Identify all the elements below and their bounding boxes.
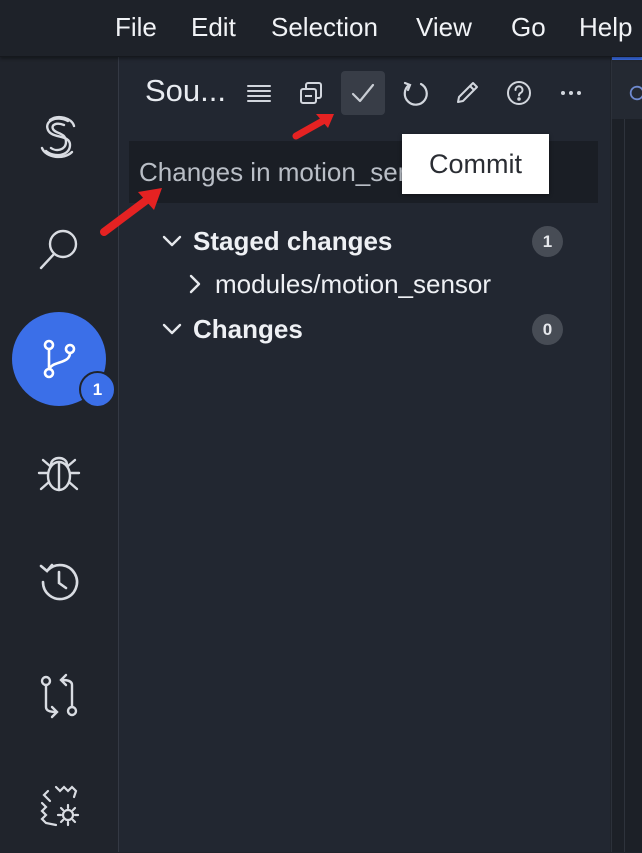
commit-button[interactable] xyxy=(341,71,385,115)
app-logo-icon xyxy=(40,115,76,159)
menu-help[interactable]: Help xyxy=(579,10,632,44)
more-horizontal-icon xyxy=(561,91,581,95)
view-as-list-button[interactable] xyxy=(237,71,281,115)
menu-selection[interactable]: Selection xyxy=(271,10,378,44)
activity-logo[interactable] xyxy=(12,90,106,184)
activity-history[interactable] xyxy=(12,535,106,629)
activity-debug[interactable] xyxy=(12,425,106,519)
bug-icon xyxy=(37,456,81,492)
panel-title: Sou... xyxy=(145,73,226,108)
refresh-button[interactable] xyxy=(393,71,437,115)
activity-settings[interactable] xyxy=(12,759,106,853)
history-icon xyxy=(39,563,79,601)
settings-gear-icon xyxy=(40,785,80,827)
pencil-icon xyxy=(457,82,478,103)
list-icon xyxy=(247,85,271,102)
unstage-all-button[interactable] xyxy=(289,71,333,115)
staged-file-item[interactable]: modules/motion_sensor xyxy=(119,263,610,305)
changes-group[interactable]: Changes 0 xyxy=(119,308,610,350)
activity-search[interactable] xyxy=(12,202,106,296)
editor-indent-guide xyxy=(624,119,625,852)
menu-bar: File Edit Selection View Go Help xyxy=(0,0,642,57)
commit-tooltip: Commit xyxy=(402,134,549,194)
staged-count-badge: 1 xyxy=(532,226,563,257)
search-icon xyxy=(39,229,78,270)
chevron-down-icon xyxy=(162,235,182,247)
editor-area xyxy=(611,57,642,852)
edit-button[interactable] xyxy=(445,71,489,115)
refresh-icon xyxy=(403,81,428,106)
activity-pull-requests[interactable] xyxy=(12,649,106,743)
activity-bar: 1 xyxy=(0,57,119,852)
changes-label: Changes xyxy=(193,313,303,344)
menu-edit[interactable]: Edit xyxy=(191,10,236,44)
help-button[interactable] xyxy=(497,71,541,115)
menu-view[interactable]: View xyxy=(416,10,472,44)
chevron-down-icon xyxy=(162,323,182,335)
staged-changes-group[interactable]: Staged changes 1 xyxy=(119,220,610,262)
staged-changes-label: Staged changes xyxy=(193,225,393,256)
checkmark-icon xyxy=(351,83,375,103)
editor-tab[interactable] xyxy=(612,57,642,119)
more-actions-button[interactable] xyxy=(549,71,593,115)
source-control-badge: 1 xyxy=(79,371,116,408)
changes-count-badge: 0 xyxy=(532,314,563,345)
chevron-right-icon xyxy=(189,274,201,294)
staged-file-label: modules/motion_sensor xyxy=(215,268,492,299)
source-control-icon xyxy=(43,339,76,379)
add-icon xyxy=(629,85,642,101)
menu-go[interactable]: Go xyxy=(511,10,546,44)
help-icon xyxy=(507,81,531,105)
menu-file[interactable]: File xyxy=(115,10,157,44)
pull-request-icon xyxy=(40,673,78,719)
collapse-all-icon xyxy=(300,82,322,104)
